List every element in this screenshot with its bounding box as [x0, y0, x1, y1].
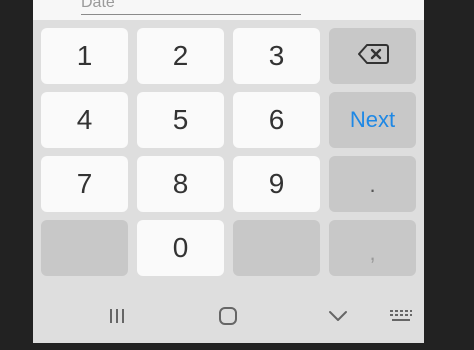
key-2[interactable]: 2: [137, 28, 224, 84]
device-screen: Date 1 2 3 4 5 6 Next 7 8 9 . 0 ,: [33, 0, 424, 343]
key-5[interactable]: 5: [137, 92, 224, 148]
recents-button[interactable]: [97, 300, 137, 336]
key-9[interactable]: 9: [233, 156, 320, 212]
blank-key-left: [41, 220, 128, 276]
period-key[interactable]: .: [329, 156, 416, 212]
date-field[interactable]: Date: [33, 0, 424, 20]
backspace-icon: [357, 40, 389, 72]
keyboard-switch-button[interactable]: [381, 300, 421, 336]
key-0[interactable]: 0: [137, 220, 224, 276]
key-3[interactable]: 3: [233, 28, 320, 84]
home-icon: [218, 306, 238, 331]
key-4[interactable]: 4: [41, 92, 128, 148]
next-key[interactable]: Next: [329, 92, 416, 148]
date-field-hint: Date: [81, 0, 115, 11]
back-chevron-icon: [328, 309, 348, 328]
key-8[interactable]: 8: [137, 156, 224, 212]
blank-key-right: [233, 220, 320, 276]
key-6[interactable]: 6: [233, 92, 320, 148]
back-button[interactable]: [318, 300, 358, 336]
key-7[interactable]: 7: [41, 156, 128, 212]
home-button[interactable]: [208, 300, 248, 336]
comma-key[interactable]: ,: [329, 220, 416, 276]
recents-icon: [107, 307, 127, 330]
navigation-bar: [33, 290, 424, 343]
key-1[interactable]: 1: [41, 28, 128, 84]
keyboard-icon: [389, 308, 413, 329]
backspace-key[interactable]: [329, 28, 416, 84]
date-field-underline: [81, 14, 301, 15]
